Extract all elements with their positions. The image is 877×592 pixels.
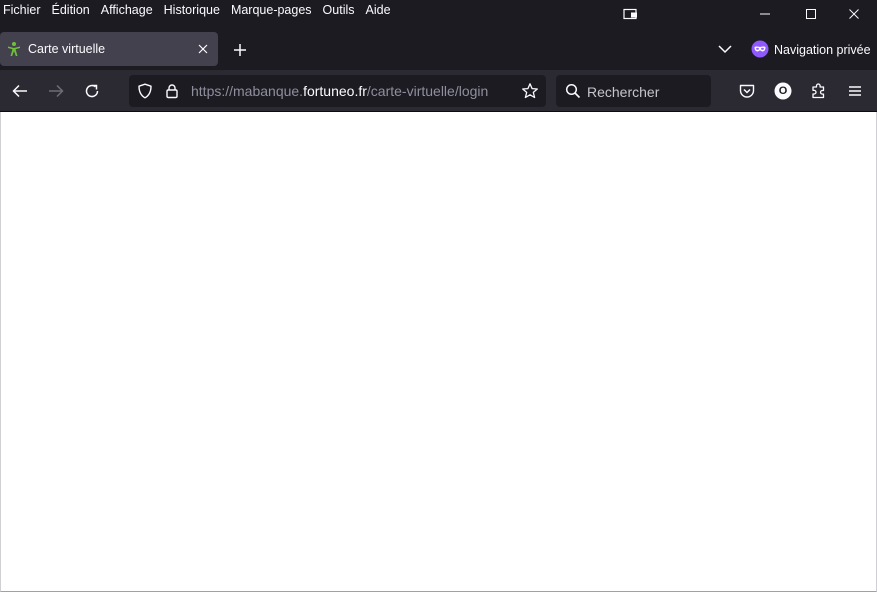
- private-browsing-label: Navigation privée: [774, 43, 871, 57]
- extensions-icon: [810, 82, 828, 100]
- menu-affichage[interactable]: Affichage: [101, 2, 153, 18]
- back-arrow-icon: [11, 82, 29, 100]
- tab-bar: Carte virtuelle Navigation privée: [0, 28, 877, 70]
- chevron-down-icon[interactable]: [716, 40, 734, 58]
- menu-fichier[interactable]: Fichier: [3, 2, 41, 18]
- forward-button[interactable]: [45, 80, 67, 102]
- search-bar[interactable]: Rechercher: [556, 75, 711, 107]
- minimize-icon: [759, 8, 771, 20]
- forward-arrow-icon: [47, 82, 65, 100]
- maximize-icon: [805, 8, 817, 20]
- url-text[interactable]: https://mabanque.fortuneo.fr/carte-virtu…: [191, 83, 488, 99]
- page-content[interactable]: [0, 112, 877, 592]
- reload-icon: [83, 82, 101, 100]
- menu-outils[interactable]: Outils: [323, 2, 355, 18]
- minimize-button[interactable]: [742, 0, 788, 28]
- restore-window-button[interactable]: [608, 0, 654, 28]
- app-menu-button[interactable]: [844, 80, 866, 102]
- pocket-icon: [738, 82, 756, 100]
- extensions-button[interactable]: [808, 80, 830, 102]
- shield-icon[interactable]: [137, 83, 153, 99]
- maximize-button[interactable]: [788, 0, 834, 28]
- lock-icon[interactable]: [164, 83, 180, 99]
- menu-bar: Fichier Édition Affichage Historique Mar…: [0, 0, 877, 28]
- url-prefix: https://mabanque.: [191, 83, 304, 99]
- hamburger-menu-icon: [846, 82, 864, 100]
- url-path: /carte-virtuelle/login: [366, 83, 489, 99]
- url-domain: fortuneo.fr: [303, 83, 367, 99]
- private-browsing-mask-icon: [751, 40, 769, 58]
- star-bookmark-icon[interactable]: [521, 82, 539, 100]
- search-placeholder: Rechercher: [587, 84, 660, 100]
- reload-button[interactable]: [81, 80, 103, 102]
- close-icon: [848, 8, 860, 20]
- url-bar[interactable]: https://mabanque.fortuneo.fr/carte-virtu…: [129, 75, 546, 107]
- menu-edition[interactable]: Édition: [52, 2, 90, 18]
- menu-aide[interactable]: Aide: [366, 2, 391, 18]
- pocket-button[interactable]: [736, 80, 758, 102]
- menu-historique[interactable]: Historique: [164, 2, 220, 18]
- tab-carte-virtuelle[interactable]: Carte virtuelle: [0, 32, 218, 66]
- menu-marque-pages[interactable]: Marque-pages: [231, 2, 312, 18]
- account-letter: O: [778, 85, 788, 97]
- account-button[interactable]: O: [772, 80, 794, 102]
- account-icon: O: [774, 82, 792, 100]
- tab-close-icon[interactable]: [195, 41, 211, 57]
- navigation-toolbar: https://mabanque.fortuneo.fr/carte-virtu…: [0, 70, 877, 112]
- new-tab-plus-icon[interactable]: [230, 40, 250, 60]
- back-button[interactable]: [9, 80, 31, 102]
- close-window-button[interactable]: [831, 0, 877, 28]
- tab-title: Carte virtuelle: [28, 42, 106, 56]
- menu-items: Fichier Édition Affichage Historique Mar…: [0, 2, 402, 18]
- restore-window-icon: [623, 8, 639, 20]
- search-icon: [565, 83, 581, 99]
- green-figure-icon: [6, 41, 22, 57]
